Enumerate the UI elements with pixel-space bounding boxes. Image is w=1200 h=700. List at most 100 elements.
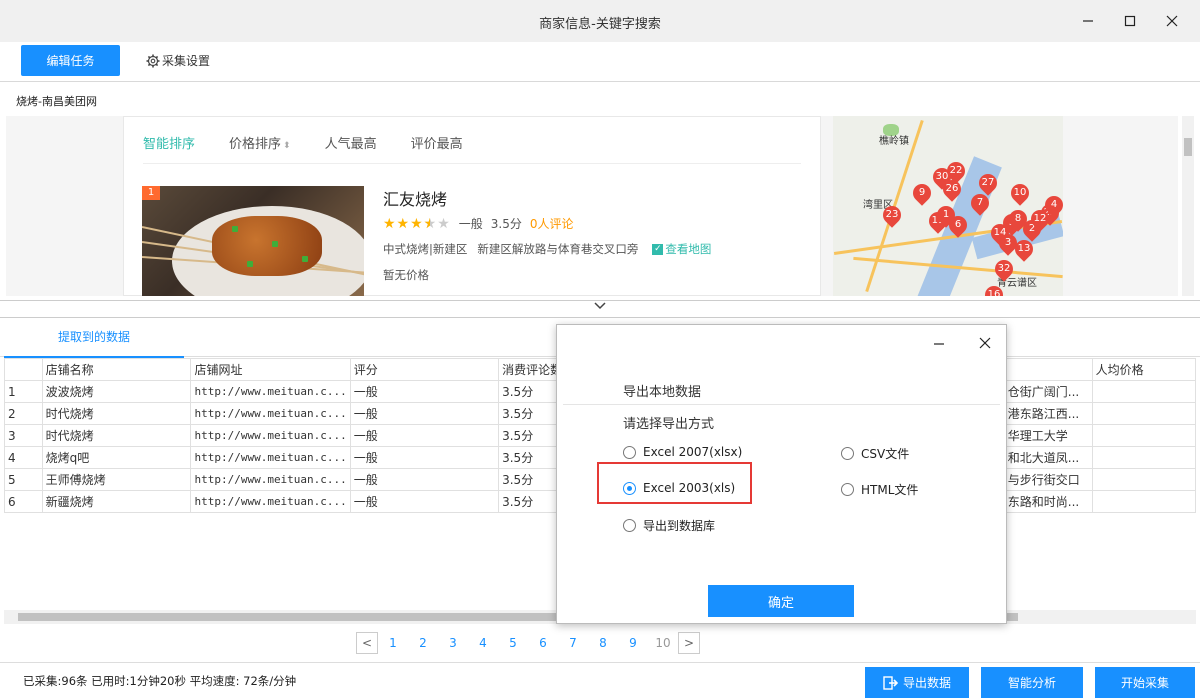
export-data-label: 导出数据 [902,676,951,690]
maximize-icon[interactable] [1110,6,1150,36]
map-pin[interactable]: 7 [967,190,993,216]
cell-rating: 一般 [349,380,500,403]
map-pin[interactable]: 4 [1041,192,1063,218]
map-pin-label: 4 [1050,199,1058,210]
map-pin-label: 27 [981,177,995,188]
cell-shop-name: 新疆烧烤 [41,490,192,513]
export-dialog: 导出本地数据 请选择导出方式 Excel 2007(xlsx) CSV文件 Ex… [556,324,1007,624]
chevron-left-icon: < [361,636,373,650]
review-count[interactable]: 0人评论 [530,215,574,232]
sort-tab-smart[interactable]: 智能排序 [143,133,195,152]
page-number[interactable]: 5 [498,636,528,650]
map-pin[interactable]: 6 [945,212,971,238]
scrollbar-thumb[interactable] [1184,138,1192,156]
shop-list-card: 智能排序 价格排序⬍ 人气最高 评价最高 1 汇友烧烤 ★★★★★★ [123,116,821,296]
sort-tab-price-label: 价格排序 [229,137,282,152]
map-pin[interactable]: 9 [909,180,935,206]
title-bar: 商家信息-关键字搜索 [0,0,1200,42]
web-view[interactable]: 智能排序 价格排序⬍ 人气最高 评价最高 1 汇友烧烤 ★★★★★★ [6,116,1178,296]
minimize-icon[interactable] [929,337,949,357]
page-number[interactable]: 7 [558,636,588,650]
cell-avg-price [1091,468,1197,491]
page-number[interactable]: 8 [588,636,618,650]
tab-extracted-data[interactable]: 提取到的数据 [4,318,184,358]
page-number[interactable]: 2 [408,636,438,650]
sort-tabs: 智能排序 价格排序 ⬍ 人气最高 评价最高 [143,133,497,152]
map-pin[interactable]: 10 [1007,180,1033,206]
preview-scrollbar[interactable] [1182,116,1194,296]
map-check-icon: ✓ [652,243,664,255]
page-number[interactable]: 1 [378,636,408,650]
cell-address: 仓街广阔门... [1003,380,1093,403]
status-bar: 已采集:96条 已用时:1分钟20秒 平均速度: 72条/分钟 导出数据 智能分… [0,662,1200,700]
col-rating[interactable]: 评分 [349,358,500,381]
radio-database[interactable]: 导出到数据库 [623,517,715,534]
rank-badge: 1 [142,186,160,200]
radio-xlsx[interactable]: Excel 2007(xlsx) [623,445,742,459]
map-pin-label: 6 [954,219,962,230]
page-number[interactable]: 3 [438,636,468,650]
map-pin[interactable]: 32 [991,256,1017,282]
start-collect-button[interactable]: 开始采集 [1095,667,1195,698]
map-pin-label: 32 [997,263,1011,274]
cell-shop-name: 王师傅烧烤 [41,468,192,491]
radio-csv[interactable]: CSV文件 [841,445,909,462]
view-map-link[interactable]: ✓ 查看地图 [652,241,711,257]
divider [563,404,1000,405]
map-pin[interactable]: 26 [939,176,965,202]
edit-task-button[interactable]: 编辑任务 [21,45,120,76]
cell-address: 与步行街交口 [1003,468,1093,491]
sort-tab-price[interactable]: 价格排序 ⬍ [229,133,291,152]
radio-label: CSV文件 [861,447,910,461]
confirm-button[interactable]: 确定 [708,585,854,617]
meat-graphic [212,216,322,276]
map-label: 樵岭镇 [879,136,909,147]
next-page-button[interactable]: > [678,632,700,654]
map-pin-label: 13 [1017,243,1031,254]
sort-tab-rating[interactable]: 评价最高 [411,133,463,152]
page-number[interactable]: 4 [468,636,498,650]
garnish-graphic [247,261,253,267]
cell-shop-url: http://www.meituan.c... [190,446,351,469]
col-avg-price[interactable]: 人均价格 [1091,358,1197,381]
map-pin[interactable]: 27 [975,170,1001,196]
cell-shop-url: http://www.meituan.c... [190,402,351,425]
minimize-icon[interactable] [1068,6,1108,36]
shop-photo[interactable]: 1 [142,186,364,296]
cell-index: 3 [4,424,43,447]
close-icon[interactable] [1152,6,1192,36]
map-pin[interactable]: 8 [1005,206,1031,232]
col-shop-url[interactable]: 店铺网址 [190,358,351,381]
page-number[interactable]: 9 [618,636,648,650]
col-address[interactable] [1003,358,1093,381]
cell-index: 1 [4,380,43,403]
map-view[interactable]: 樵岭镇 湾里区 青云谱区 239302226271011167525142313… [833,116,1063,296]
cell-index: 2 [4,402,43,425]
col-shop-name[interactable]: 店铺名称 [41,358,192,381]
cell-address: 东路和时尚... [1003,490,1093,513]
radio-circle [841,447,854,460]
prev-page-button[interactable]: < [356,632,378,654]
page-number[interactable]: 10 [648,636,678,650]
page-number[interactable]: 6 [528,636,558,650]
pagination: < 1 2 3 4 5 6 7 8 9 10 > [356,632,700,654]
smart-analysis-button[interactable]: 智能分析 [981,667,1083,698]
cell-shop-name: 波波烧烤 [41,380,192,403]
rating-score: 3.5分 [490,217,522,231]
export-data-button[interactable]: 导出数据 [865,667,969,698]
collect-settings-label: 采集设置 [162,54,211,68]
radio-circle [841,483,854,496]
close-icon[interactable] [975,337,995,357]
sort-tab-popular[interactable]: 人气最高 [325,133,377,152]
cell-index: 5 [4,468,43,491]
map-pin[interactable]: 13 [1011,236,1037,262]
export-icon [883,675,899,690]
radio-html[interactable]: HTML文件 [841,481,918,498]
collect-settings-button[interactable]: 采集设置 [146,52,210,69]
chevron-down-icon[interactable] [590,300,610,316]
col-index [4,358,43,381]
collect-status: 已采集:96条 已用时:1分钟20秒 平均速度: 72条/分钟 [23,674,297,688]
map-pin[interactable]: 23 [879,202,905,228]
address-row: 中式烧烤|新建区 新建区解放路与体育巷交叉口旁 ✓ 查看地图 [383,241,711,257]
shop-name[interactable]: 汇友烧烤 [383,186,447,210]
